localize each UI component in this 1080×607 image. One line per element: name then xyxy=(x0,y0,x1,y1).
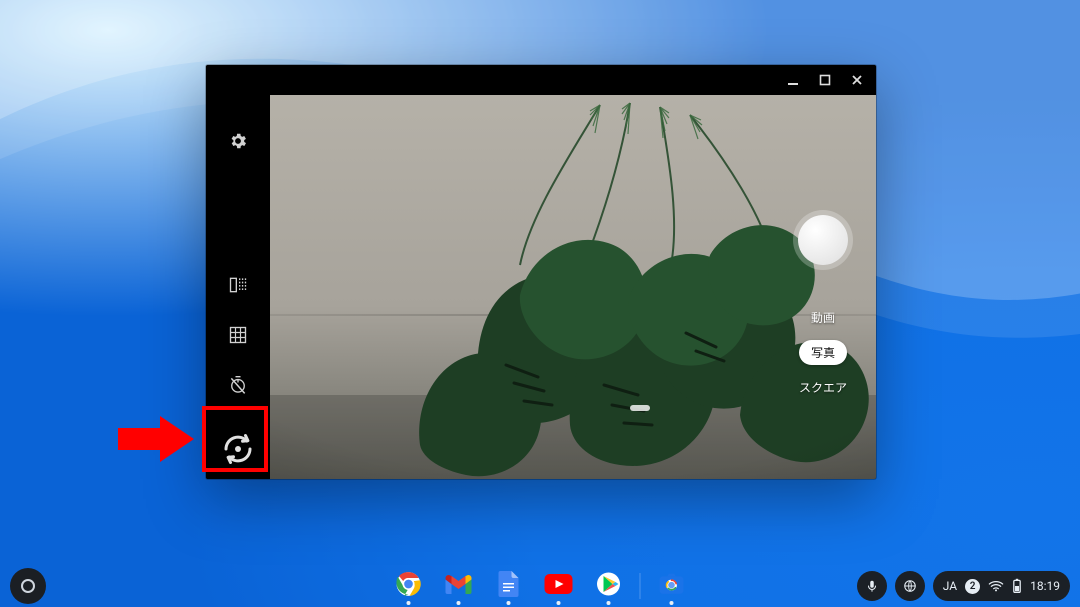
callout-arrow xyxy=(118,414,194,464)
pinned-youtube[interactable] xyxy=(544,569,574,599)
launcher-icon xyxy=(21,579,35,593)
docs-icon xyxy=(499,571,519,597)
left-toolbar xyxy=(206,95,270,479)
gmail-icon xyxy=(446,574,472,594)
assistant-mic-button[interactable] xyxy=(857,571,887,601)
timer-button[interactable] xyxy=(222,369,254,401)
minimize-button[interactable] xyxy=(782,69,804,91)
camera-window: 動画 写真 スクエア xyxy=(206,65,876,479)
mode-photo-active[interactable]: 写真 xyxy=(799,340,847,365)
play-store-icon xyxy=(597,571,621,597)
mirror-button[interactable] xyxy=(222,269,254,301)
grid-button[interactable] xyxy=(222,319,254,351)
desktop: 動画 写真 スクエア xyxy=(0,0,1080,607)
switch-camera-button[interactable] xyxy=(208,421,268,477)
battery-icon xyxy=(1012,578,1022,594)
shelf-status-area: JA 2 18:19 xyxy=(857,571,1070,601)
titlebar xyxy=(206,65,876,95)
pinned-camera[interactable] xyxy=(657,569,687,599)
pinned-docs[interactable] xyxy=(494,569,524,599)
wifi-icon xyxy=(988,580,1004,592)
mirror-icon xyxy=(228,275,248,295)
shelf: JA 2 18:19 xyxy=(0,565,1080,607)
maximize-button[interactable] xyxy=(814,69,836,91)
camera-app-icon xyxy=(659,571,685,597)
pinned-gmail[interactable] xyxy=(444,569,474,599)
timer-off-icon xyxy=(228,375,248,395)
pinned-chrome[interactable] xyxy=(394,569,424,599)
shutter-button[interactable] xyxy=(798,215,848,265)
status-tray[interactable]: JA 2 18:19 xyxy=(933,571,1070,601)
close-button[interactable] xyxy=(846,69,868,91)
grid-icon xyxy=(228,325,248,345)
pinned-play-store[interactable] xyxy=(594,569,624,599)
switch-camera-icon xyxy=(220,431,256,467)
globe-icon xyxy=(903,579,917,593)
ime-indicator: JA xyxy=(943,579,957,593)
mic-icon xyxy=(865,579,879,593)
mode-square[interactable]: スクエア xyxy=(799,379,847,396)
notification-badge: 2 xyxy=(965,579,980,594)
quick-settings-button[interactable] xyxy=(895,571,925,601)
youtube-icon xyxy=(545,574,573,594)
clock: 18:19 xyxy=(1030,579,1060,593)
shelf-divider xyxy=(640,573,641,599)
mode-video[interactable]: 動画 xyxy=(811,309,835,326)
launcher-button[interactable] xyxy=(10,568,46,604)
camera-app-body: 動画 写真 スクエア xyxy=(206,95,876,479)
chrome-icon xyxy=(396,571,422,597)
right-controls: 動画 写真 スクエア xyxy=(784,155,862,459)
shelf-pinned-apps xyxy=(388,565,693,603)
settings-button[interactable] xyxy=(222,125,254,157)
gear-icon xyxy=(228,131,248,151)
